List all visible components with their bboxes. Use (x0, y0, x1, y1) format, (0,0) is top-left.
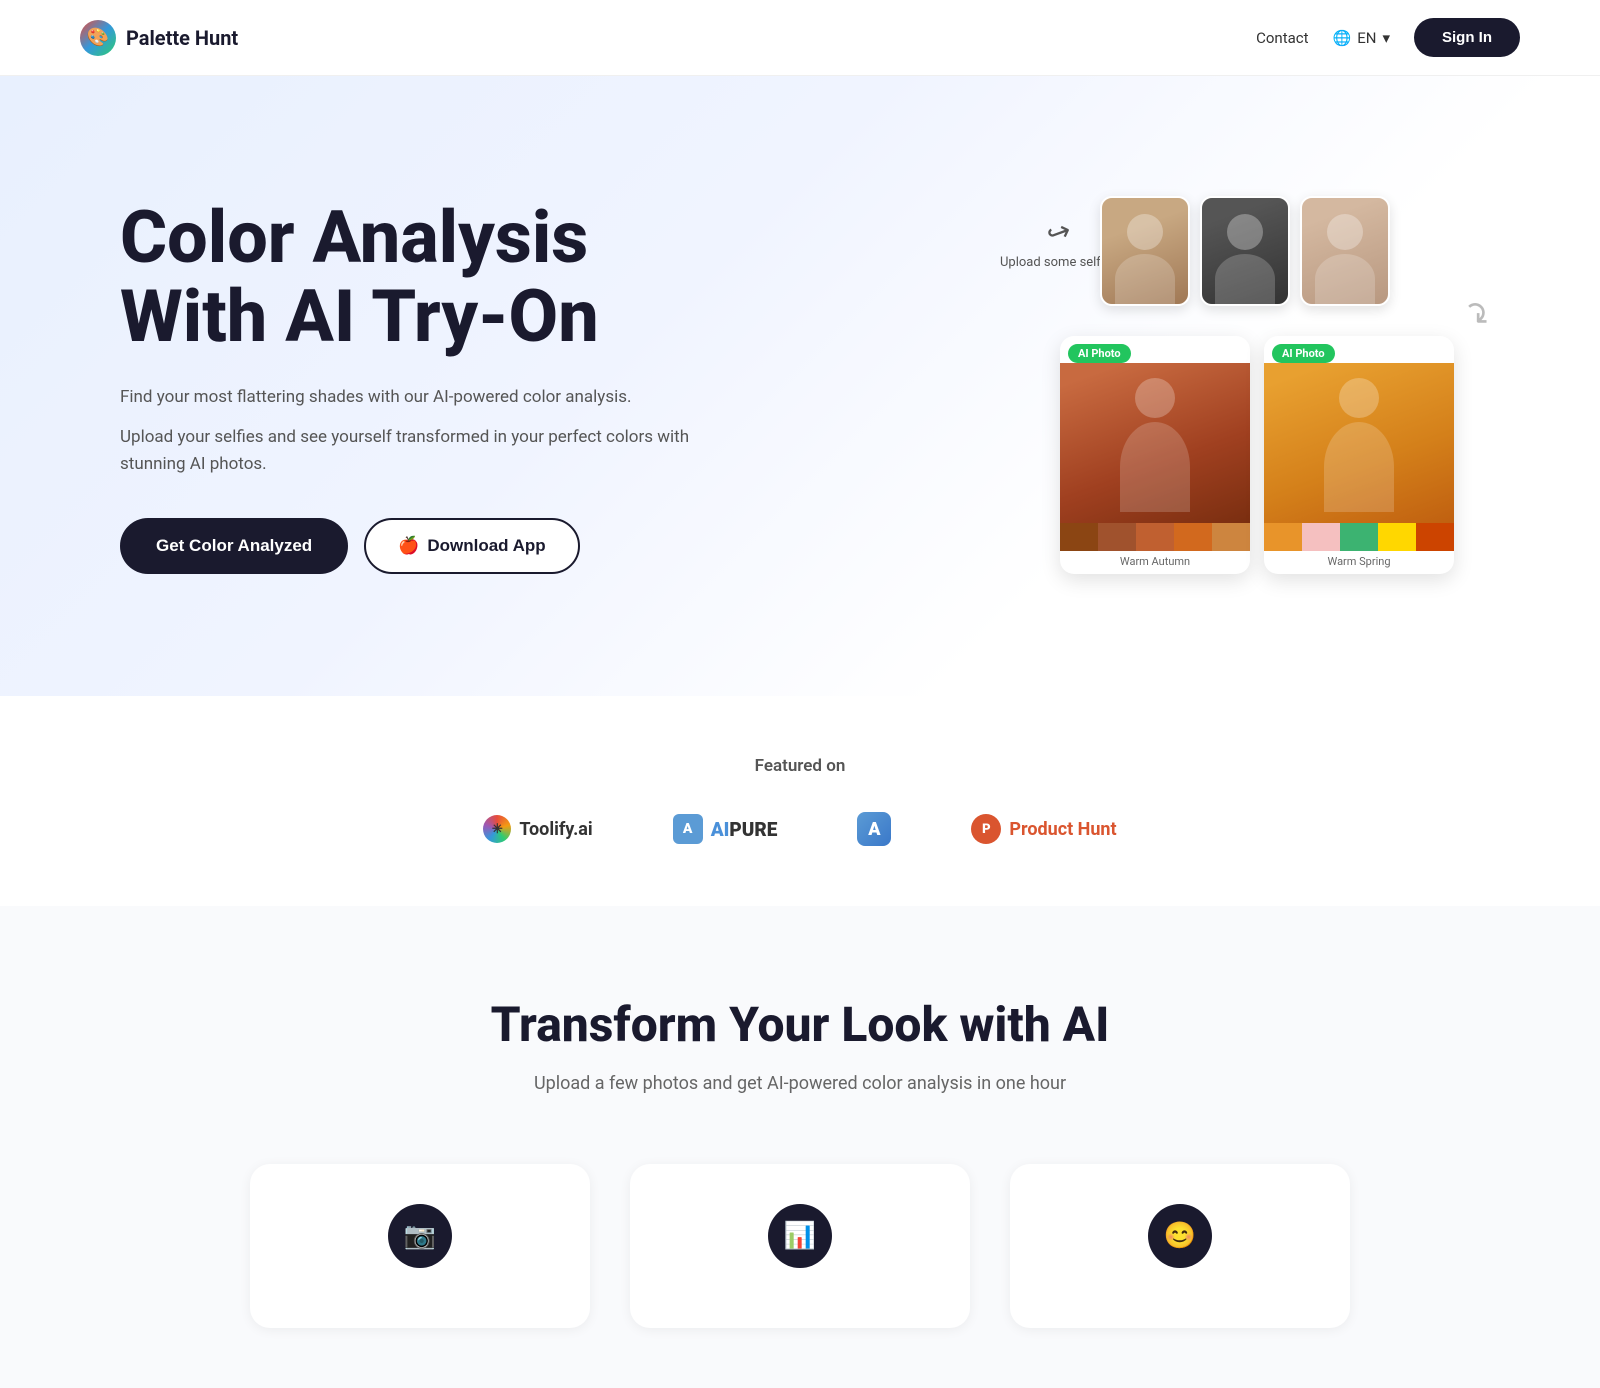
result-row: AI Photo Warm Autumn AI (1060, 336, 1454, 574)
signin-button[interactable]: Sign In (1414, 18, 1520, 57)
globe-icon: 🌐 (1333, 29, 1352, 47)
hero-image-area: ↪ Upload some selfies ↷ AI Photo (1000, 176, 1520, 596)
producthunt-label: Product Hunt (1009, 819, 1116, 840)
swatch-4 (1174, 523, 1212, 551)
warm-spring-image (1264, 363, 1454, 523)
hero-desc2: Upload your selfies and see yourself tra… (120, 424, 700, 478)
logo[interactable]: 🎨 Palette Hunt (80, 20, 238, 56)
hero-left: Color Analysis With AI Try-On Find your … (120, 198, 700, 574)
swatch-1 (1060, 523, 1098, 551)
ai-badge-1: AI Photo (1068, 344, 1131, 363)
upload-arrow-icon: ↪ (1042, 213, 1075, 252)
producthunt-icon: P (971, 814, 1001, 844)
swatch-2 (1098, 523, 1136, 551)
producthunt-logo[interactable]: P Product Hunt (971, 814, 1116, 844)
swatch-3 (1136, 523, 1174, 551)
swatch-7 (1302, 523, 1340, 551)
person-silhouette-2 (1319, 378, 1399, 508)
feature-icon-1: 📷 (388, 1204, 452, 1268)
hero-title: Color Analysis With AI Try-On (120, 198, 700, 356)
aipure-logo[interactable]: A AIPURE (673, 814, 778, 844)
toolify-icon: ✳ (483, 815, 511, 843)
lang-label: EN (1357, 29, 1376, 47)
feature-cards: 📷 📊 😊 (80, 1164, 1520, 1328)
chevron-down-icon: ▾ (1382, 29, 1390, 47)
warm-autumn-palette (1060, 523, 1250, 551)
transform-section: Transform Your Look with AI Upload a few… (0, 906, 1600, 1388)
aipure-label: AIPURE (711, 818, 778, 841)
logo-text: Palette Hunt (126, 26, 238, 50)
toolify-logo[interactable]: ✳ Toolify.ai (483, 815, 592, 843)
selfie-card-3 (1300, 196, 1390, 306)
selfie-card-2 (1200, 196, 1290, 306)
logo-icon: 🎨 (80, 20, 116, 56)
connect-arrow-icon: ↷ (1454, 292, 1500, 338)
person-silhouette-1 (1115, 378, 1195, 508)
selfie-card-1 (1100, 196, 1190, 306)
hero-buttons: Get Color Analyzed 🍎 Download App (120, 518, 700, 574)
featured-logos: ✳ Toolify.ai A AIPURE A P Product Hunt (80, 812, 1520, 846)
transform-desc: Upload a few photos and get AI-powered c… (80, 1073, 1520, 1094)
contact-link[interactable]: Contact (1256, 29, 1308, 47)
a-logo[interactable]: A (857, 812, 891, 846)
swatch-5 (1212, 523, 1250, 551)
apple-icon: 🍎 (398, 536, 419, 556)
toolify-label: Toolify.ai (519, 819, 592, 840)
ai-badge-2: AI Photo (1272, 344, 1335, 363)
swatch-8 (1340, 523, 1378, 551)
hero-desc1: Find your most flattering shades with ou… (120, 384, 700, 411)
navbar: 🎨 Palette Hunt Contact 🌐 EN ▾ Sign In (0, 0, 1600, 76)
download-app-button[interactable]: 🍎 Download App (364, 518, 580, 574)
swatch-10 (1416, 523, 1454, 551)
person-body-2 (1324, 422, 1394, 512)
feature-card-2: 📊 (630, 1164, 970, 1328)
person-head-2 (1339, 378, 1379, 418)
warm-spring-label: Warm Spring (1264, 551, 1454, 574)
a-icon: A (857, 812, 891, 846)
warm-spring-palette (1264, 523, 1454, 551)
selfie-row (1100, 196, 1390, 306)
aipure-icon: A (673, 814, 703, 844)
feature-card-1: 📷 (250, 1164, 590, 1328)
nav-right: Contact 🌐 EN ▾ Sign In (1256, 18, 1520, 57)
warm-autumn-label: Warm Autumn (1060, 551, 1250, 574)
person-body-1 (1120, 422, 1190, 512)
feature-icon-3: 😊 (1148, 1204, 1212, 1268)
language-selector[interactable]: 🌐 EN ▾ (1333, 29, 1390, 47)
hero-section: Color Analysis With AI Try-On Find your … (0, 76, 1600, 696)
get-color-analyzed-button[interactable]: Get Color Analyzed (120, 518, 348, 574)
feature-icon-2: 📊 (768, 1204, 832, 1268)
result-card-warm-autumn: AI Photo Warm Autumn (1060, 336, 1250, 574)
person-head-1 (1135, 378, 1175, 418)
featured-title: Featured on (80, 756, 1520, 776)
swatch-6 (1264, 523, 1302, 551)
transform-title: Transform Your Look with AI (80, 996, 1520, 1053)
result-card-warm-spring: AI Photo Warm Spring (1264, 336, 1454, 574)
swatch-9 (1378, 523, 1416, 551)
feature-card-3: 😊 (1010, 1164, 1350, 1328)
featured-section: Featured on ✳ Toolify.ai A AIPURE A P Pr… (0, 696, 1600, 906)
warm-autumn-image (1060, 363, 1250, 523)
